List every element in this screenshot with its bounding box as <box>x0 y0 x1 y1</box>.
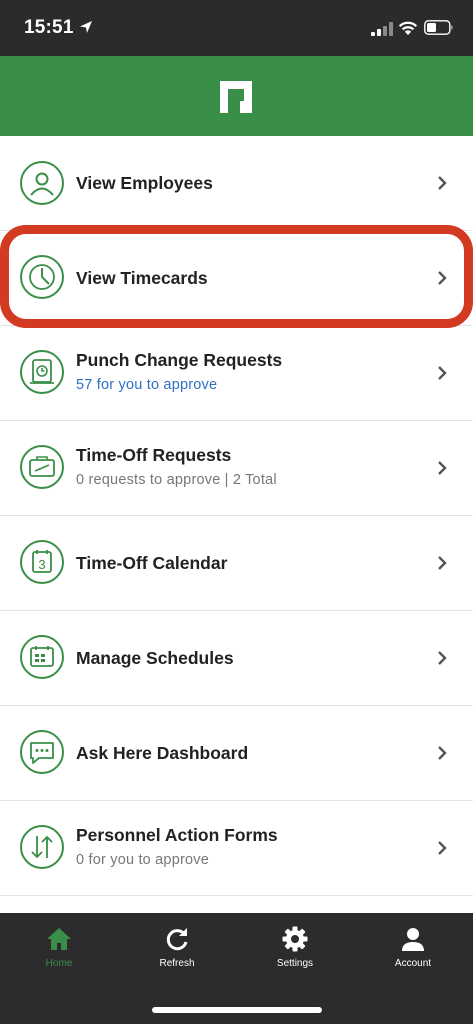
menu-item-title: Personnel Action Forms <box>76 825 278 845</box>
schedule-icon <box>20 635 64 679</box>
employee-icon <box>20 161 64 205</box>
wifi-icon <box>398 21 418 35</box>
menu-item-title: Time-Off Calendar <box>76 553 228 573</box>
chevron-right-icon <box>438 841 447 855</box>
chevron-right-icon <box>438 651 447 665</box>
tab-label: Home <box>45 958 73 969</box>
menu-item-title: Punch Change Requests <box>76 350 283 370</box>
menu-item-title: Ask Here Dashboard <box>76 743 249 763</box>
calendar-icon: 3 <box>20 540 64 584</box>
person-icon <box>402 928 424 951</box>
chevron-right-icon <box>438 461 447 475</box>
punch-change-icon <box>20 350 64 394</box>
status-bar: 15:51 <box>0 0 473 56</box>
menu-item-view-timecards[interactable]: View Timecards <box>0 231 473 326</box>
gear-icon <box>282 926 308 952</box>
battery-icon <box>424 20 453 35</box>
tab-label: Refresh <box>159 958 195 969</box>
menu-item-punch-change-requests[interactable]: Punch Change Requests 57 for you to appr… <box>0 326 473 421</box>
home-indicator <box>152 1007 322 1013</box>
svg-text:3: 3 <box>38 557 45 572</box>
chevron-right-icon <box>438 746 447 760</box>
tab-home[interactable]: Home <box>0 913 118 983</box>
tab-refresh[interactable]: Refresh <box>118 913 236 983</box>
menu-item-manage-schedules[interactable]: Manage Schedules <box>0 611 473 706</box>
chevron-right-icon <box>438 556 447 570</box>
cellular-signal-icon <box>371 22 393 36</box>
menu-item-time-off-requests[interactable]: Time-Off Requests 0 requests to approve … <box>0 421 473 516</box>
menu-item-subtitle: 0 requests to approve | 2 Total <box>76 472 277 488</box>
menu-item-subtitle: 0 for you to approve <box>76 852 209 868</box>
app-header <box>0 56 473 136</box>
chevron-right-icon <box>438 366 447 380</box>
tab-label: Account <box>394 958 432 969</box>
menu-item-title: View Timecards <box>76 268 208 288</box>
tab-account[interactable]: Account <box>354 913 472 983</box>
time-off-request-icon <box>20 445 64 489</box>
menu-item-time-off-calendar[interactable]: 3 Time-Off Calendar <box>0 516 473 611</box>
menu-item-title: Manage Schedules <box>76 648 234 668</box>
menu-item-subtitle: 57 for you to approve <box>76 377 218 393</box>
status-time: 15:51 <box>24 17 74 38</box>
menu-item-view-employees[interactable]: View Employees <box>0 136 473 231</box>
transfer-arrows-icon <box>20 825 64 869</box>
app-logo-icon <box>220 81 252 113</box>
location-arrow-icon <box>80 21 92 33</box>
menu-item-title: View Employees <box>76 173 213 193</box>
clock-icon <box>20 255 64 299</box>
menu-item-title: Time-Off Requests <box>76 445 232 465</box>
chevron-right-icon <box>438 176 447 190</box>
refresh-icon <box>166 928 188 951</box>
tab-label: Settings <box>276 958 314 969</box>
chat-bubble-icon <box>20 730 64 774</box>
tab-settings[interactable]: Settings <box>236 913 354 983</box>
chevron-right-icon <box>438 271 447 285</box>
menu-item-personnel-action-forms[interactable]: Personnel Action Forms 0 for you to appr… <box>0 801 473 896</box>
menu-item-ask-here-dashboard[interactable]: Ask Here Dashboard <box>0 706 473 801</box>
home-icon <box>47 928 71 950</box>
